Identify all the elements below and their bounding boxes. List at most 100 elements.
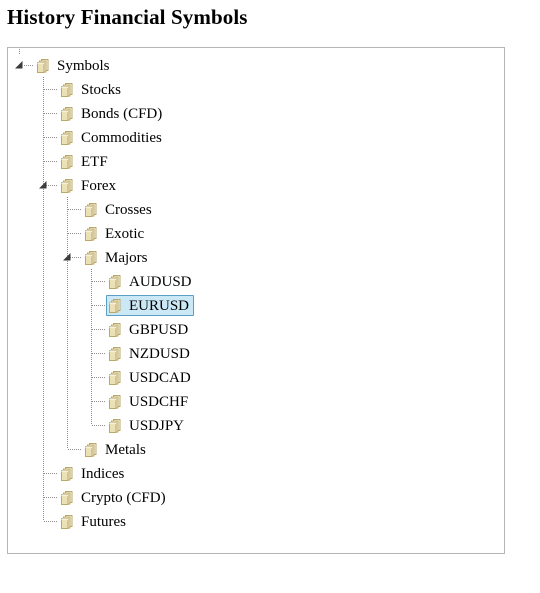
tree-guide-line — [92, 281, 105, 282]
folder-icon — [85, 202, 97, 217]
tree-node-usdchf[interactable]: USDCHF — [8, 389, 504, 413]
tree-item[interactable]: USDCAD — [106, 367, 196, 388]
symbols-tree-panel: Symbols Stocks Bonds (CFD) Commodities ETF Fo… — [7, 47, 505, 554]
tree-item-label: Exotic — [105, 225, 145, 242]
tree-expander-expanded-icon[interactable] — [62, 252, 72, 262]
tree-node-nzdusd[interactable]: NZDUSD — [8, 341, 504, 365]
financial-symbols-tree: Symbols Stocks Bonds (CFD) Commodities ETF Fo… — [8, 48, 504, 533]
tree-node-majors[interactable]: Majors — [8, 245, 504, 269]
tree-guide-line — [43, 293, 44, 317]
folder-icon — [109, 346, 121, 361]
tree-item-label: Forex — [81, 177, 116, 194]
page-title: History Financial Symbols — [7, 5, 248, 29]
tree-expander-expanded-icon[interactable] — [38, 180, 48, 190]
tree-guide-line — [19, 48, 20, 55]
tree-item[interactable]: NZDUSD — [106, 343, 195, 364]
tree-guide-line — [44, 497, 57, 498]
tree-node-etf[interactable]: ETF — [8, 149, 504, 173]
tree-guide-line — [92, 305, 105, 306]
tree-item-label: NZDUSD — [129, 345, 190, 362]
tree-guide-line — [92, 377, 105, 378]
tree-item[interactable]: USDJPY — [106, 415, 189, 436]
tree-guide-line — [43, 269, 44, 293]
tree-item[interactable]: Majors — [82, 247, 153, 268]
tree-node-audusd[interactable]: AUDUSD — [8, 269, 504, 293]
tree-expander-expanded-icon[interactable] — [14, 60, 24, 70]
folder-icon — [109, 370, 121, 385]
tree-item[interactable]: Indices — [58, 463, 129, 484]
tree-guide-line — [43, 413, 44, 437]
tree-node-usdjpy[interactable]: USDJPY — [8, 413, 504, 437]
tree-guide-line — [91, 413, 92, 425]
tree-guide-line — [67, 365, 68, 389]
tree-item[interactable]: Commodities — [58, 127, 167, 148]
tree-item[interactable]: GBPUSD — [106, 319, 193, 340]
tree-node-usdcad[interactable]: USDCAD — [8, 365, 504, 389]
tree-item-selected[interactable]: EURUSD — [106, 295, 195, 316]
tree-item-label: Symbols — [57, 57, 110, 74]
tree-guide-line — [43, 509, 44, 521]
tree-guide-line — [92, 329, 105, 330]
folder-icon — [61, 178, 73, 193]
tree-item[interactable]: ETF — [58, 151, 113, 172]
tree-node-forex[interactable]: Forex — [8, 173, 504, 197]
tree-item-label: USDCHF — [129, 393, 189, 410]
tree-guide-line — [67, 317, 68, 341]
tree-guide-line — [68, 233, 81, 234]
tree-item[interactable]: Symbols — [34, 55, 115, 76]
tree-node-bonds-cfd[interactable]: Bonds (CFD) — [8, 101, 504, 125]
tree-item[interactable]: Crypto (CFD) — [58, 487, 171, 508]
tree-item-label: ETF — [81, 153, 108, 170]
tree-node-commodities[interactable]: Commodities — [8, 125, 504, 149]
tree-item[interactable]: Metals — [82, 439, 151, 460]
tree-guide-line — [44, 161, 57, 162]
tree-item-label: EURUSD — [129, 297, 190, 314]
folder-icon — [61, 82, 73, 97]
tree-node-crypto-cfd[interactable]: Crypto (CFD) — [8, 485, 504, 509]
folder-icon — [85, 250, 97, 265]
tree-guide-line — [44, 521, 57, 522]
tree-item-label: Stocks — [81, 81, 122, 98]
tree-guide-line — [43, 245, 44, 269]
tree-item[interactable]: Crosses — [82, 199, 157, 220]
tree-item-label: Crosses — [105, 201, 152, 218]
folder-icon — [61, 490, 73, 505]
tree-guide-line — [43, 437, 44, 461]
folder-icon — [109, 298, 121, 313]
tree-node-gbpusd[interactable]: GBPUSD — [8, 317, 504, 341]
tree-item[interactable]: Bonds (CFD) — [58, 103, 167, 124]
tree-node-stocks[interactable]: Stocks — [8, 77, 504, 101]
tree-guide-line — [68, 209, 81, 210]
tree-item[interactable]: Exotic — [82, 223, 149, 244]
folder-icon — [85, 442, 97, 457]
tree-item-label: Majors — [105, 249, 148, 266]
tree-item[interactable]: AUDUSD — [106, 271, 197, 292]
tree-item[interactable]: Futures — [58, 511, 131, 532]
tree-node-crosses[interactable]: Crosses — [8, 197, 504, 221]
tree-item-label: Indices — [81, 465, 125, 482]
tree-item-label: Futures — [81, 513, 126, 530]
tree-guide-line — [43, 197, 44, 221]
tree-node-metals[interactable]: Metals — [8, 437, 504, 461]
tree-item[interactable]: USDCHF — [106, 391, 193, 412]
tree-guide-line — [43, 317, 44, 341]
tree-guide-line — [67, 341, 68, 365]
tree-item-label: Commodities — [81, 129, 162, 146]
tree-node-exotic[interactable]: Exotic — [8, 221, 504, 245]
tree-item-label: Metals — [105, 441, 146, 458]
tree-guide-line — [24, 65, 33, 66]
tree-node-futures[interactable]: Futures — [8, 509, 504, 533]
tree-guide-line — [44, 137, 57, 138]
tree-guide-line — [44, 113, 57, 114]
tree-node-eurusd[interactable]: EURUSD — [8, 293, 504, 317]
tree-guide-line — [92, 401, 105, 402]
folder-icon — [109, 274, 121, 289]
tree-guide-line — [43, 221, 44, 245]
tree-item-label: USDJPY — [129, 417, 185, 434]
tree-item-label: AUDUSD — [129, 273, 192, 290]
tree-node-symbols[interactable]: Symbols — [8, 48, 504, 77]
folder-icon — [109, 322, 121, 337]
tree-node-indices[interactable]: Indices — [8, 461, 504, 485]
tree-item[interactable]: Stocks — [58, 79, 126, 100]
tree-item[interactable]: Forex — [58, 175, 121, 196]
